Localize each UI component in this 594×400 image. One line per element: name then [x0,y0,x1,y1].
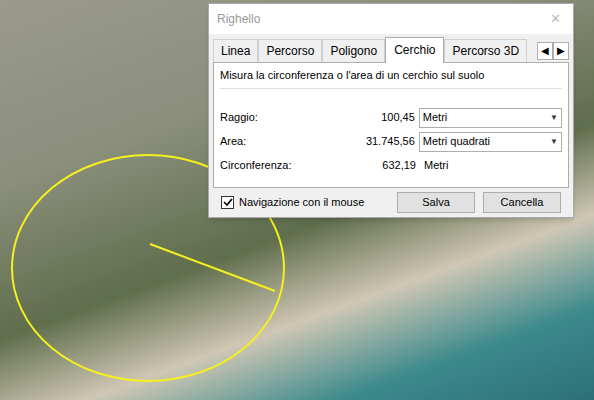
tab[interactable]: Cerchio [385,37,444,63]
unit-select[interactable]: Metri▼ [419,108,562,128]
unit-text: Metri [420,157,452,174]
window-title: Righello [217,10,260,28]
description: Misura la circonferenza o l'area di un c… [220,67,562,89]
dropdown-arrow-icon: ▼ [550,112,558,124]
screen: Righello ✕ LineaPercorsoPoligonoCerchioPer… [0,0,594,400]
measure-label: Area: [220,133,319,150]
tab[interactable]: Poligono [322,39,385,62]
tab-scroll-button[interactable]: ◀ [537,42,553,60]
measure-value: 632,19 [320,157,420,174]
tab[interactable]: Percorso [258,39,322,62]
measure-value: 100,45 [319,109,418,126]
dialog-button[interactable]: Cancella [483,192,561,213]
measure-value: 31.745,56 [319,133,418,150]
dialog-button[interactable]: Salva [397,192,475,213]
measure-row: Raggio:100,45Metri▼ [220,107,562,129]
checkbox[interactable] [221,196,234,209]
measure-row: Area:31.745,56Metri quadrati▼ [220,131,562,153]
unit-select[interactable]: Metri quadrati▼ [419,132,562,152]
measure-label: Raggio: [220,109,319,126]
mouse-navigation[interactable]: Navigazione con il mouse [221,194,364,211]
tab[interactable]: Linea [213,39,258,62]
tab[interactable]: Percorso 3D [444,39,527,62]
tab-scroll: ◀▶ [537,42,569,60]
measure-label: Circonferenza: [220,157,320,174]
tab-scroll-button[interactable]: ▶ [553,42,569,60]
ruler-dialog: Righello ✕ LineaPercorsoPoligonoCerchioPer… [208,3,574,218]
bottom-bar: Navigazione con il mouse Salva Cancella [209,188,573,217]
measure-row: Circonferenza:632,19Metri [220,155,562,177]
close-button[interactable]: ✕ [546,9,565,29]
title-bar: Righello ✕ [209,4,573,34]
tab-bar: LineaPercorsoPoligonoCerchioPercorso 3D ◀… [209,34,573,62]
tab-panel: Misura la circonferenza o l'area di un c… [213,62,569,188]
dropdown-arrow-icon: ▼ [550,136,558,148]
check-icon [223,197,233,207]
